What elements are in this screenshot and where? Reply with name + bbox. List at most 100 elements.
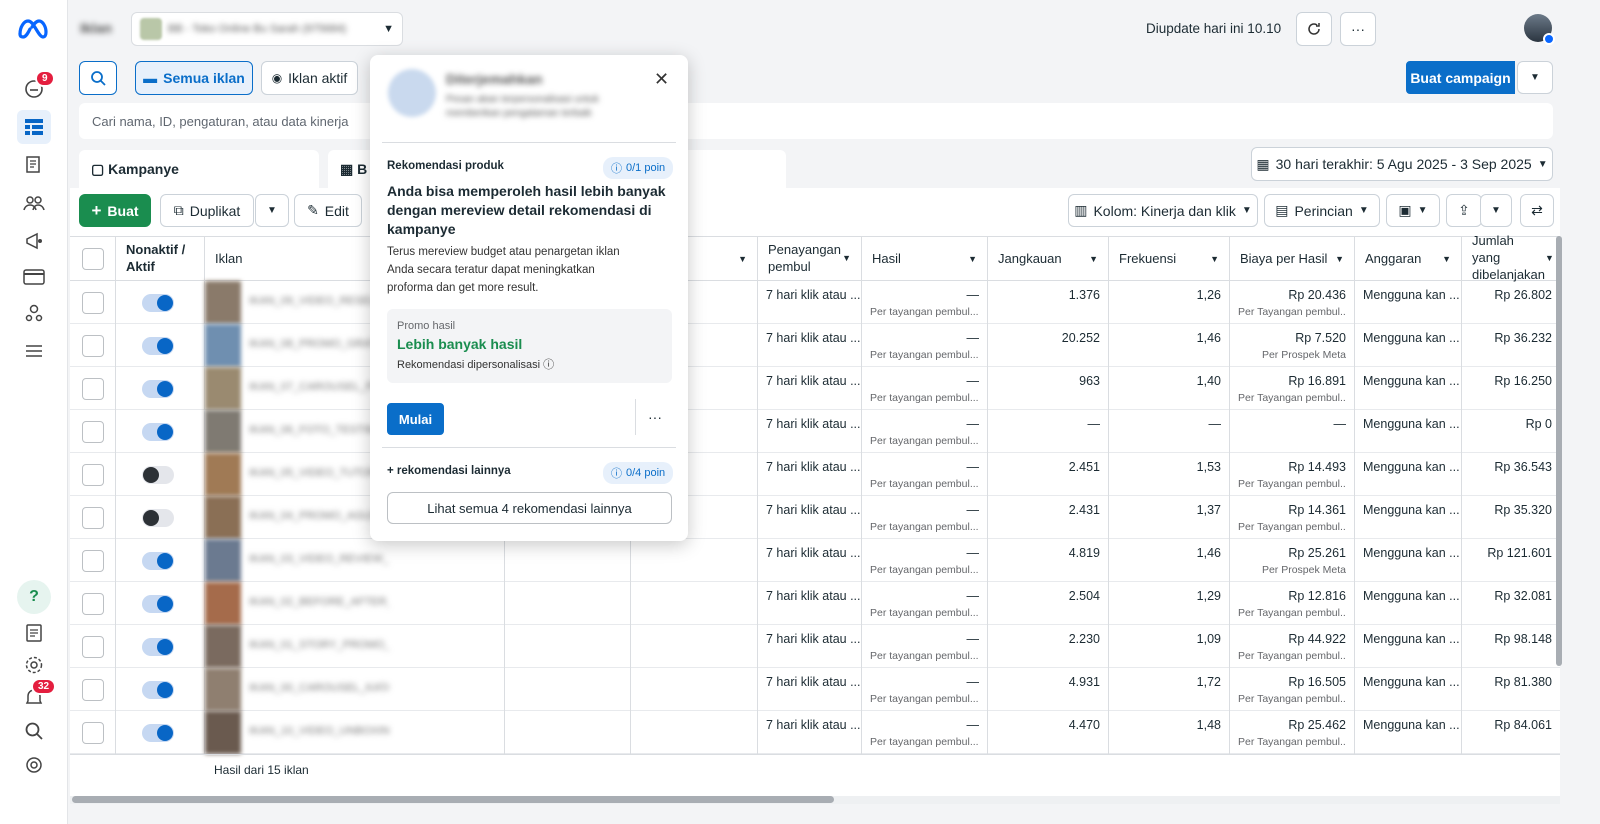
alerts-icon[interactable]: 32 [17, 678, 57, 714]
table-row[interactable]: IKAN_07_CAROUSEL_PRODUK 7 hari klik atau … [70, 367, 1560, 410]
ad-name[interactable]: IKAN_10_VIDEO_UNBOXING_PRODUK_RESELLER [249, 725, 389, 737]
ad-name-cell[interactable]: IKAN_00_CAROUSEL_KATALOG_UTAMA [205, 668, 505, 711]
active-toggle[interactable] [142, 552, 174, 570]
breakdown-selector[interactable]: ▤ Perincian ▼ [1264, 194, 1380, 227]
active-toggle[interactable] [142, 380, 174, 398]
header-amount-spent[interactable]: Jumlah yang dibelanjakan ▼ [1462, 233, 1560, 282]
ad-name[interactable]: IKAN_04_PROMO_AGUSTUS [249, 510, 389, 522]
row-checkbox[interactable] [82, 292, 104, 314]
ad-name-cell[interactable]: IKAN_02_BEFORE_AFTER_2025_RESELLER [205, 582, 505, 625]
ad-name-cell[interactable]: IKAN_03_VIDEO_REVIEW_PRODUK_BARU [205, 539, 505, 582]
search-toggle-button[interactable] [79, 61, 117, 95]
ad-name[interactable]: IKAN_00_CAROUSEL_KATALOG_UTAMA [249, 682, 389, 694]
ad-name[interactable]: IKAN_09_VIDEO_RESELLER_2025 [249, 295, 389, 307]
ad-name[interactable]: IKAN_03_VIDEO_REVIEW_PRODUK_BARU [249, 553, 389, 565]
active-toggle[interactable] [142, 509, 174, 527]
create-campaign-dropdown[interactable]: ▼ [1517, 61, 1553, 94]
active-toggle[interactable] [142, 638, 174, 656]
active-toggle[interactable] [142, 595, 174, 613]
row-checkbox[interactable] [82, 550, 104, 572]
table-row[interactable]: IKAN_02_BEFORE_AFTER_2025_RESELLER 7 hari… [70, 582, 1560, 625]
all-tools-menu-icon[interactable] [17, 334, 51, 368]
header-results[interactable]: Hasil ▼ [862, 237, 988, 281]
row-checkbox[interactable] [82, 722, 104, 744]
header-toggle[interactable]: Nonaktif / Aktif [116, 237, 205, 281]
see-all-recommendations-button[interactable]: Lihat semua 4 rekomendasi lainnya [387, 492, 672, 524]
row-checkbox[interactable] [82, 679, 104, 701]
gear-icon[interactable] [17, 748, 51, 782]
settings-cog-icon[interactable] [17, 648, 51, 682]
ad-name-cell[interactable]: IKAN_10_VIDEO_UNBOXING_PRODUK_RESELLER [205, 711, 505, 754]
tab-campaigns[interactable]: ▢ Kampanye [79, 150, 319, 188]
refresh-button[interactable] [1296, 12, 1332, 46]
date-range-picker[interactable]: ▦ 30 hari terakhir: 5 Agu 2025 - 3 Sep 2… [1251, 147, 1553, 181]
table-row[interactable]: IKAN_01_STORY_PROMO_REELS_2025 7 hari kli… [70, 625, 1560, 668]
audiences-icon[interactable] [17, 186, 51, 220]
active-toggle[interactable] [142, 724, 174, 742]
active-toggle[interactable] [142, 423, 174, 441]
row-checkbox[interactable] [82, 335, 104, 357]
columns-selector[interactable]: ▥ Kolom: Kinerja dan klik ▼ [1068, 194, 1258, 227]
row-checkbox[interactable] [82, 378, 104, 400]
header-frequency[interactable]: Frekuensi ▼ [1109, 237, 1230, 281]
vertical-scrollbar-thumb[interactable] [1556, 236, 1562, 666]
ad-name[interactable]: IKAN_06_FOTO_TESTIMONI [249, 424, 389, 436]
pages-icon[interactable] [17, 148, 51, 182]
edit-button[interactable]: ✎ Edit [294, 194, 362, 227]
reports-dropdown[interactable]: ▣ ▼ [1386, 194, 1440, 227]
notifications-icon[interactable]: 9 [17, 70, 55, 106]
more-options-button[interactable]: ··· [1340, 12, 1376, 46]
header-reach[interactable]: Jangkauan ▼ [988, 237, 1109, 281]
table-row[interactable]: IKAN_09_VIDEO_RESELLER_2025 7 hari klik a… [70, 281, 1560, 324]
more-icon[interactable]: ··· [648, 409, 662, 425]
export-dropdown[interactable]: ▼ [1480, 194, 1512, 227]
billing-icon[interactable] [17, 260, 51, 294]
search-icon[interactable] [17, 714, 51, 748]
horizontal-scrollbar-thumb[interactable] [72, 796, 834, 803]
row-checkbox[interactable] [82, 464, 104, 486]
row-checkbox[interactable] [82, 636, 104, 658]
ad-name[interactable]: IKAN_01_STORY_PROMO_REELS_2025 [249, 639, 389, 651]
account-selector[interactable]: BB - Toko Online Bu Sarah (975684) ▼ [131, 12, 403, 46]
table-row[interactable]: IKAN_00_CAROUSEL_KATALOG_UTAMA 7 hari kli… [70, 668, 1560, 711]
close-icon[interactable]: ✕ [654, 69, 669, 90]
table-row[interactable]: IKAN_06_FOTO_TESTIMONI 7 hari klik atau .… [70, 410, 1560, 453]
active-ads-filter[interactable]: ◉ Iklan aktif [261, 61, 358, 95]
ad-name[interactable]: IKAN_02_BEFORE_AFTER_2025_RESELLER [249, 596, 389, 608]
active-toggle[interactable] [142, 294, 174, 312]
create-campaign-button[interactable]: Buat campaign [1406, 61, 1515, 94]
ad-name[interactable]: IKAN_07_CAROUSEL_PRODUK [249, 381, 389, 393]
campaign-ideas-icon[interactable] [17, 224, 51, 258]
table-row[interactable]: IKAN_08_PROMO_GRATIS_ONGKIR 7 hari klik a… [70, 324, 1560, 367]
active-toggle[interactable] [142, 681, 174, 699]
table-row[interactable]: IKAN_10_VIDEO_UNBOXING_PRODUK_RESELLER 7 … [70, 711, 1560, 754]
customize-button[interactable]: ⇄ [1520, 194, 1554, 227]
help-icon[interactable]: ? [17, 580, 51, 614]
active-toggle[interactable] [142, 466, 174, 484]
all-ads-filter[interactable]: ▬ Semua iklan [135, 61, 253, 95]
header-budget[interactable]: Anggaran ▼ [1355, 237, 1462, 281]
business-settings-icon[interactable] [17, 296, 51, 330]
create-button[interactable]: + Buat [79, 194, 151, 227]
row-checkbox[interactable] [82, 421, 104, 443]
ad-name[interactable]: IKAN_05_VIDEO_TUTORIAL_01 [249, 467, 389, 479]
ad-name-cell[interactable]: IKAN_01_STORY_PROMO_REELS_2025 [205, 625, 505, 668]
table-row[interactable]: IKAN_05_VIDEO_TUTORIAL_01 7 hari klik ata… [70, 453, 1560, 496]
row-checkbox[interactable] [82, 507, 104, 529]
ads-manager-table-icon[interactable] [17, 110, 51, 144]
table-row[interactable]: IKAN_04_PROMO_AGUSTUS 7 hari klik atau ..… [70, 496, 1560, 539]
export-button[interactable]: ⇪ [1446, 194, 1482, 227]
select-all-checkbox[interactable] [82, 248, 104, 270]
ad-name[interactable]: IKAN_08_PROMO_GRATIS_ONGKIR [249, 338, 389, 350]
active-toggle[interactable] [142, 337, 174, 355]
meta-logo-icon[interactable] [16, 14, 50, 45]
duplicate-button[interactable]: ⧉ Duplikat [160, 194, 254, 227]
table-row[interactable]: IKAN_03_VIDEO_REVIEW_PRODUK_BARU 7 hari k… [70, 539, 1560, 582]
header-attribution[interactable]: Penayangan pembul ▼ [758, 237, 862, 281]
start-button[interactable]: Mulai [387, 403, 444, 435]
reports-icon[interactable] [17, 616, 51, 650]
row-checkbox[interactable] [82, 593, 104, 615]
avatar[interactable] [1524, 14, 1555, 45]
header-cost-per-result[interactable]: Biaya per Hasil ▼ [1230, 237, 1355, 281]
search-input[interactable]: Cari nama, ID, pengaturan, atau data kin… [79, 103, 1553, 139]
